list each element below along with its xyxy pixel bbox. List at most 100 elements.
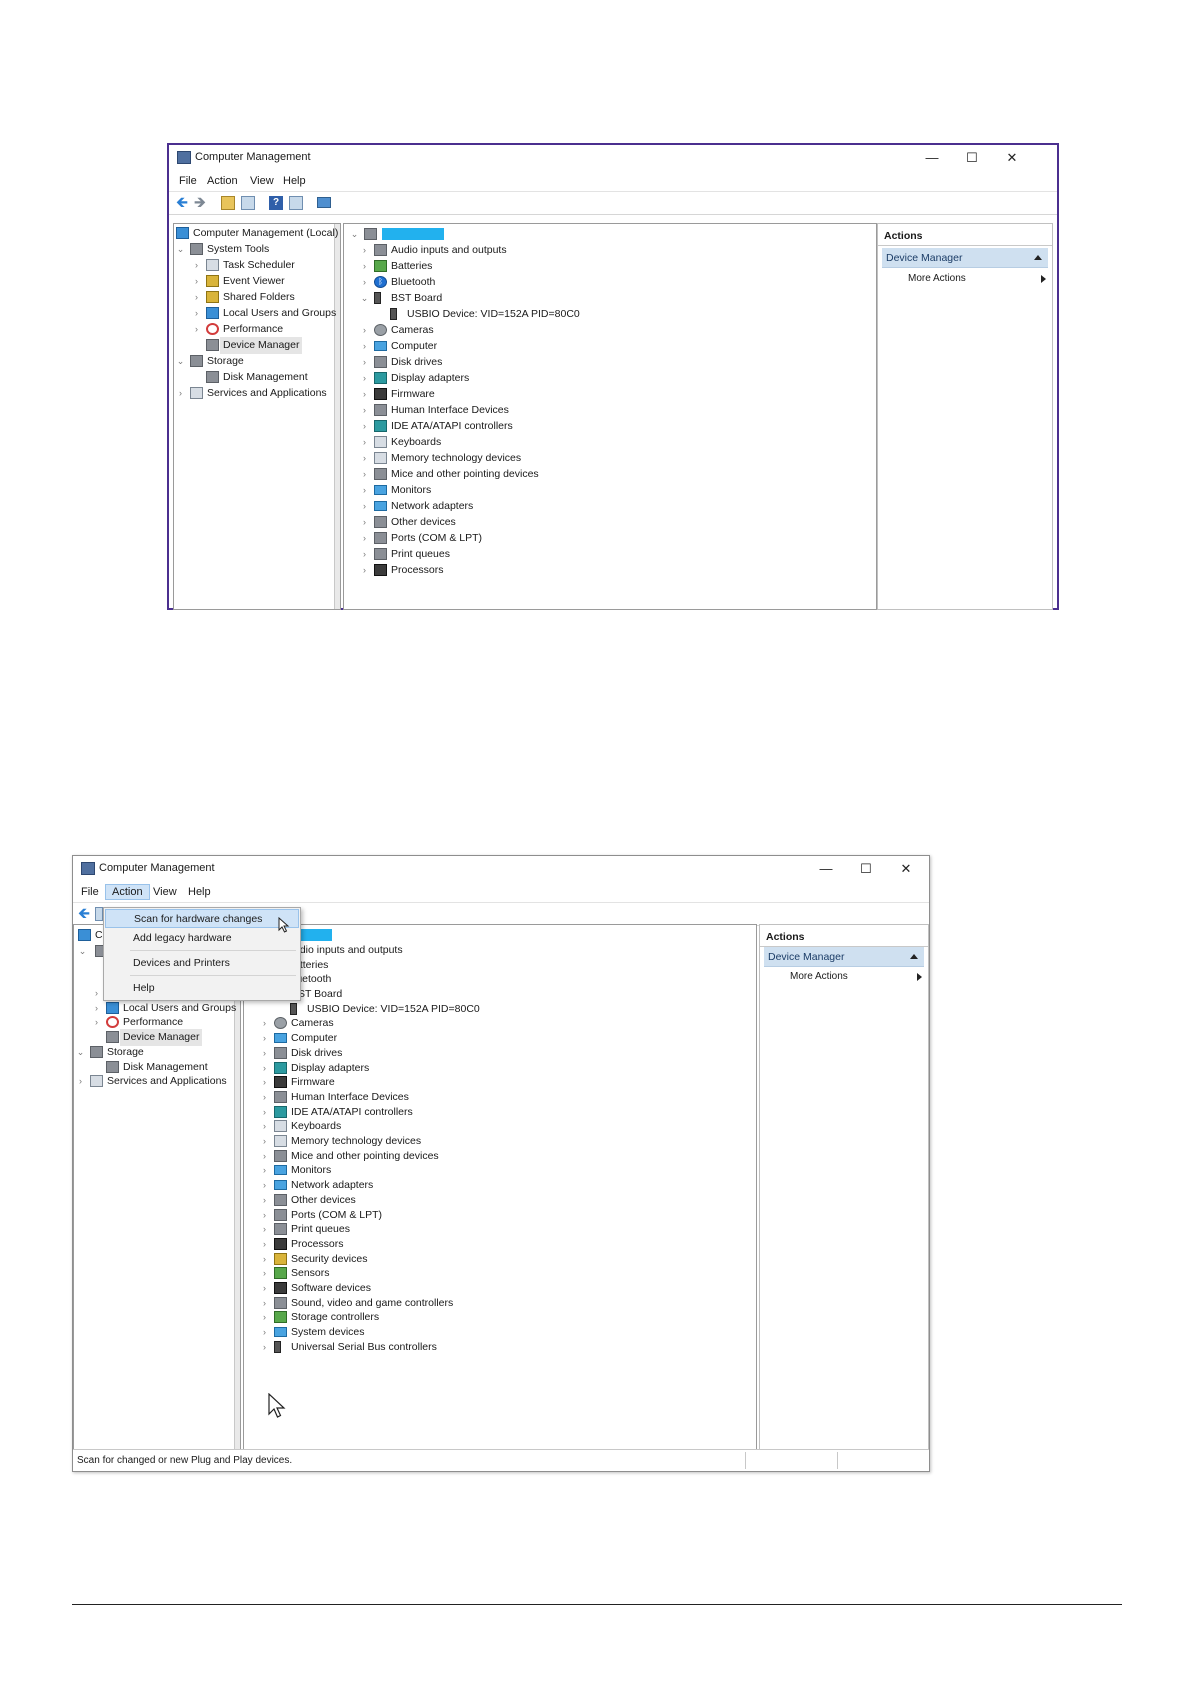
window-title: Computer Management: [99, 862, 215, 874]
device-category-icon: [176, 227, 189, 239]
chevron-right-icon[interactable]: ›: [360, 354, 369, 371]
chevron-right-icon[interactable]: ›: [92, 1014, 101, 1031]
device-category-icon: [274, 1237, 287, 1250]
scan-hardware-icon[interactable]: [317, 197, 331, 208]
collapse-icon[interactable]: [1034, 255, 1042, 260]
minimize-button[interactable]: —: [917, 149, 947, 167]
console-tree-pane: Co ⌄ ›Shared Folders›Local Users and Gro…: [73, 924, 241, 1451]
menu-help[interactable]: Help: [182, 885, 217, 899]
menu-action[interactable]: Action: [105, 884, 150, 900]
chevron-right-icon[interactable]: ›: [360, 274, 369, 291]
tree-item-label: Keyboards: [391, 436, 442, 448]
menu-item-add-legacy-hardware[interactable]: Add legacy hardware: [105, 929, 299, 948]
chevron-right-icon[interactable]: ›: [260, 1339, 269, 1356]
chevron-right-icon[interactable]: ›: [360, 338, 369, 355]
device-category-icon: [106, 1060, 119, 1073]
more-actions[interactable]: More Actions: [790, 968, 924, 986]
chevron-right-icon[interactable]: ›: [360, 402, 369, 419]
menu-file[interactable]: File: [173, 174, 203, 188]
help-icon[interactable]: ?: [269, 196, 283, 210]
tree-item-label: Other devices: [391, 516, 456, 528]
submenu-arrow-icon: [1041, 275, 1046, 283]
menu-file[interactable]: File: [75, 885, 105, 899]
menu-view[interactable]: View: [147, 885, 183, 899]
chevron-right-icon[interactable]: ›: [360, 546, 369, 563]
chevron-right-icon[interactable]: ›: [360, 466, 369, 483]
menu-action[interactable]: Action: [201, 174, 244, 188]
chevron-right-icon[interactable]: ›: [360, 418, 369, 435]
actions-device-manager[interactable]: Device Manager: [764, 947, 924, 967]
maximize-button[interactable]: ☐: [851, 860, 881, 878]
chevron-right-icon[interactable]: ›: [192, 321, 201, 338]
actions-device-manager[interactable]: Device Manager: [882, 248, 1048, 268]
device-category-icon: [274, 1180, 287, 1191]
chevron-down-icon[interactable]: ⌄: [176, 353, 185, 370]
menu-view[interactable]: View: [244, 174, 280, 188]
computer-management-window-1: Computer Management — ☐ ✕ File Action Vi…: [167, 143, 1059, 610]
device-category-icon: [274, 1033, 287, 1044]
back-arrow-icon[interactable]: 🡸: [77, 906, 91, 921]
chevron-right-icon[interactable]: ›: [360, 530, 369, 547]
chevron-right-icon[interactable]: ›: [360, 322, 369, 339]
chevron-right-icon[interactable]: ›: [360, 498, 369, 515]
chevron-down-icon[interactable]: ⌄: [76, 1044, 85, 1061]
maximize-button[interactable]: ☐: [957, 149, 987, 167]
device-category-icon: [274, 1149, 287, 1162]
device-category-icon: [390, 308, 397, 320]
show-hide-tree-icon[interactable]: [241, 196, 255, 210]
device-category-icon: [206, 371, 219, 383]
device-category-icon: [374, 501, 387, 511]
menu-item-help[interactable]: Help: [105, 979, 299, 998]
status-text: Scan for changed or new Plug and Play de…: [77, 1455, 293, 1466]
chevron-right-icon[interactable]: ›: [192, 257, 201, 274]
up-folder-icon[interactable]: [221, 196, 235, 210]
chevron-down-icon[interactable]: ⌄: [78, 943, 87, 960]
chevron-right-icon[interactable]: ›: [360, 482, 369, 499]
menu-item-scan-hardware[interactable]: Scan for hardware changes: [105, 909, 299, 928]
chevron-down-icon[interactable]: ⌄: [176, 241, 185, 258]
chevron-right-icon[interactable]: ›: [360, 434, 369, 451]
device-category-icon: [274, 1135, 287, 1147]
chevron-right-icon[interactable]: ›: [192, 289, 201, 306]
chevron-right-icon[interactable]: ›: [176, 385, 185, 402]
collapse-icon[interactable]: [910, 954, 918, 959]
device-list-pane: ⌄ › Audio inputs and outputs › Batteries › ᛒ B…: [343, 223, 877, 610]
chevron-right-icon[interactable]: ›: [360, 386, 369, 403]
chevron-right-icon[interactable]: ›: [360, 258, 369, 275]
chevron-right-icon[interactable]: ›: [360, 242, 369, 259]
chevron-right-icon[interactable]: ›: [192, 273, 201, 290]
device-category-icon: [374, 436, 387, 448]
menu-item-devices-and-printers[interactable]: Devices and Printers: [105, 954, 299, 973]
chevron-right-icon[interactable]: ›: [192, 305, 201, 322]
back-arrow-icon[interactable]: 🡸: [175, 195, 189, 210]
close-button[interactable]: ✕: [997, 149, 1027, 167]
device-category-icon: [374, 260, 387, 272]
chevron-right-icon[interactable]: ›: [360, 450, 369, 467]
chevron-right-icon[interactable]: ›: [360, 562, 369, 579]
properties-icon[interactable]: [289, 196, 303, 210]
close-button[interactable]: ✕: [891, 860, 921, 878]
tree-item-label: Local Users and Groups: [223, 307, 337, 319]
tree-item-label: Cameras: [391, 324, 434, 336]
tree-toggle-icon[interactable]: [95, 907, 103, 921]
tree-item-label: Universal Serial Bus controllers: [291, 1340, 437, 1353]
scrollbar[interactable]: [334, 224, 340, 609]
forward-arrow-icon[interactable]: 🡺: [193, 195, 207, 210]
chevron-down-icon[interactable]: ⌄: [350, 226, 359, 243]
actions-device-manager-label: Device Manager: [768, 951, 845, 963]
device-category-icon: [374, 468, 387, 480]
computer-management-icon: [81, 862, 95, 875]
minimize-button[interactable]: —: [811, 860, 841, 878]
tree-item-label: Event Viewer: [223, 275, 285, 287]
more-actions[interactable]: More Actions: [908, 270, 1048, 288]
chevron-right-icon[interactable]: ›: [360, 370, 369, 387]
device-category-icon: [206, 307, 219, 319]
menu-help[interactable]: Help: [277, 174, 312, 188]
device-category-icon: [374, 292, 381, 304]
mouse-pointer-icon: [268, 1393, 286, 1418]
chevron-down-icon[interactable]: ⌄: [360, 290, 369, 307]
chevron-right-icon[interactable]: ›: [76, 1073, 85, 1090]
chevron-right-icon[interactable]: ›: [360, 514, 369, 531]
device-category-icon: [206, 291, 219, 303]
device-category-icon: [274, 1282, 287, 1294]
